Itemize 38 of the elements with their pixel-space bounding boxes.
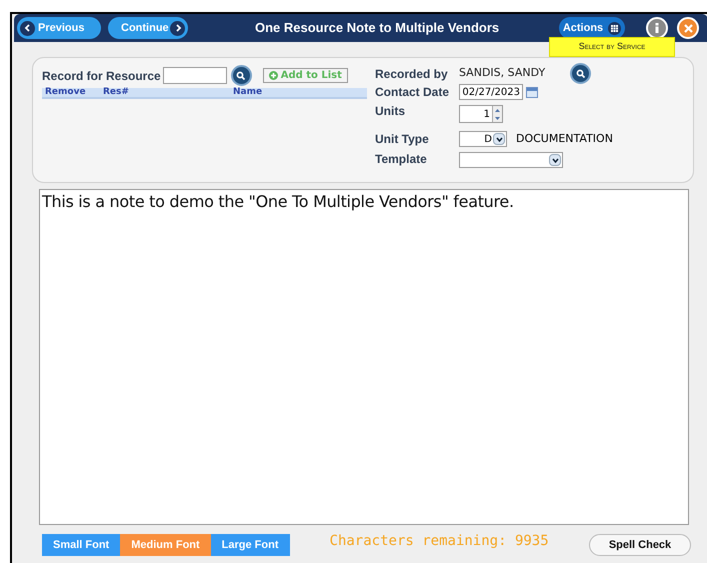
recorded-by-label: Recorded by	[375, 66, 449, 82]
spell-check-button[interactable]: Spell Check	[589, 534, 691, 556]
template-select[interactable]	[459, 152, 563, 168]
column-header: Remove	[45, 86, 87, 99]
units-label: Units	[375, 103, 406, 120]
close-icon[interactable]	[677, 17, 699, 39]
column-header: Name	[233, 86, 262, 99]
characters-remaining: Characters remaining: 9935	[330, 532, 549, 550]
info-icon[interactable]	[646, 17, 668, 39]
actions-button[interactable]: Actions	[559, 17, 625, 39]
caret-icon	[493, 133, 505, 145]
note-text-area[interactable]: This is a note to demo the "One To Multiple Vendors" feature.	[39, 189, 689, 525]
chevron-left-icon	[20, 20, 35, 36]
plus-icon	[268, 71, 278, 80]
unit-type-select[interactable]: D	[459, 131, 507, 147]
grid-icon	[608, 22, 622, 34]
resource-label: Record for Resource	[42, 68, 161, 84]
spinner-icon[interactable]	[492, 106, 502, 122]
calendar-icon[interactable]	[526, 86, 538, 98]
caret-icon	[549, 154, 561, 166]
recorded-by-value: SANDIS, SANDY	[459, 65, 546, 82]
chevron-right-icon	[170, 20, 185, 36]
resource-field[interactable]	[162, 67, 227, 84]
unit-type-description: DOCUMENTATION	[516, 130, 613, 147]
previous-button[interactable]: Previous	[17, 17, 101, 39]
units-field[interactable]: 1	[459, 105, 503, 123]
tooltip: Select by Service	[549, 37, 675, 57]
contact-date-label: Contact Date	[375, 84, 450, 101]
contact-date-field[interactable]: 02/27/2023	[459, 84, 523, 100]
font-size-button[interactable]: Small Font	[42, 534, 120, 556]
window-title: One Resource Note to Multiple Vendors	[255, 19, 500, 38]
continue-button[interactable]: Continue	[108, 17, 188, 39]
template-label: Template	[375, 151, 428, 168]
search-icon[interactable]	[230, 65, 252, 86]
column-header: Res#	[103, 86, 130, 99]
font-size-button[interactable]: Large Font	[210, 534, 290, 556]
search-icon[interactable]	[570, 63, 592, 84]
unit-type-label: Unit Type	[375, 131, 430, 148]
